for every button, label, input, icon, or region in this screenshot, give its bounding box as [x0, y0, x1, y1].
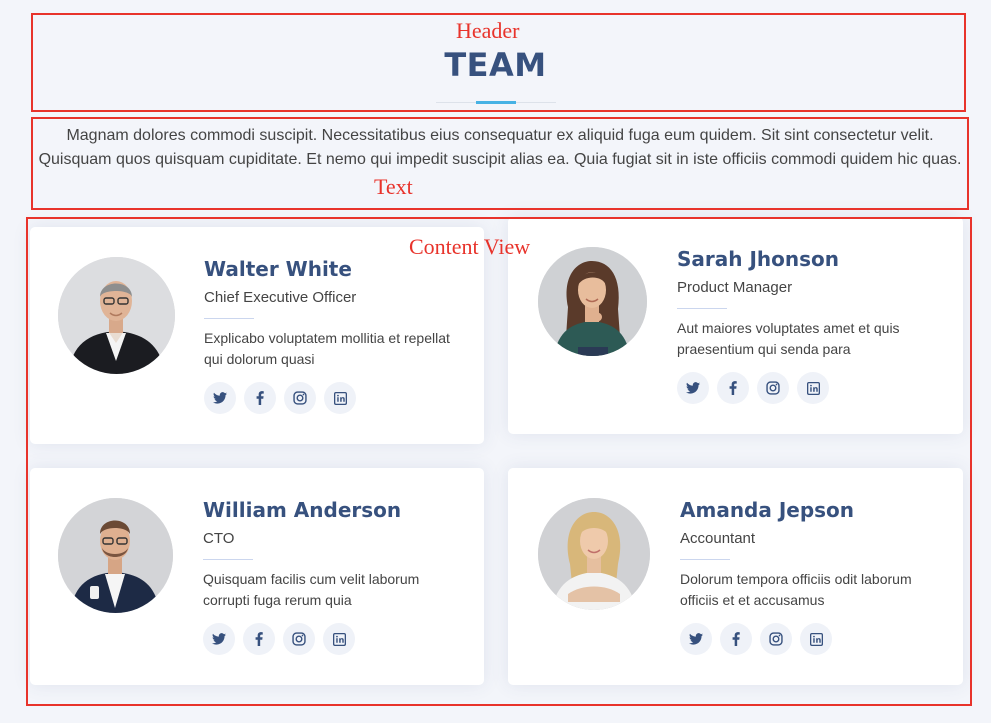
content-view-annotation-box [26, 217, 972, 706]
header-annotation-label: Header [456, 18, 520, 43]
text-annotation-label: Text [374, 174, 413, 199]
content-view-annotation-label: Content View [409, 234, 531, 259]
text-annotation-box [31, 117, 969, 210]
